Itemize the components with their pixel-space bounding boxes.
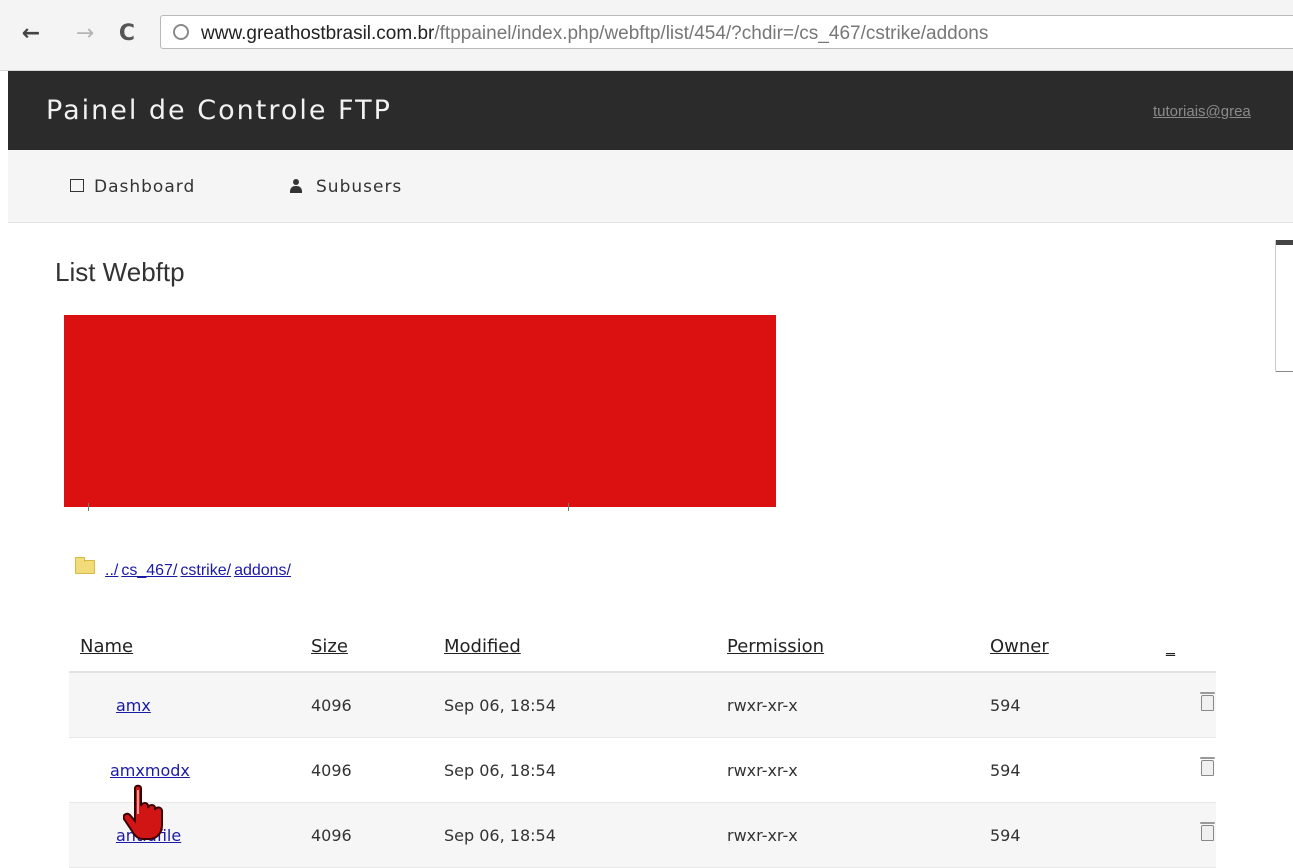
column-modified-header[interactable]: Modified [444,621,727,673]
file-owner-cell: 594 [990,737,1155,803]
file-name-cell: amxmodx [69,737,311,803]
file-modified-cell: Sep 06, 18:54 [444,802,727,868]
app-header: Painel de Controle FTP tutoriais@grea [8,71,1293,150]
table-row: amx 4096 Sep 06, 18:54 rwxr-xr-x 594 [69,672,1216,738]
file-permission-cell: rwxr-xr-x [727,802,990,868]
file-link-amxmodx[interactable]: amxmodx [110,761,190,780]
url-text[interactable]: www.greathostbrasil.com.br/ftppainel/ind… [201,23,988,45]
nav-subusers-label: Subusers [316,177,403,197]
breadcrumb-addons-link[interactable]: addons/ [234,562,291,579]
breadcrumb-parent-link[interactable]: ../ [105,562,118,579]
file-size-cell: 4096 [311,672,444,738]
file-modified-cell: Sep 06, 18:54 [444,737,727,803]
forward-arrow-icon[interactable]: → [72,20,98,48]
file-name-cell: antidfile [69,802,311,868]
trash-icon[interactable] [1200,822,1215,841]
column-permission-header[interactable]: Permission [727,621,990,673]
file-permission-cell: rwxr-xr-x [727,672,990,738]
hand-cursor-icon [123,784,163,840]
trash-icon[interactable] [1200,757,1215,776]
file-action-cell [1155,802,1216,868]
file-owner-cell: 594 [990,672,1155,738]
user-icon [290,179,302,193]
url-host: www.greathostbrasil.com.br [201,23,435,44]
file-action-cell [1155,737,1216,803]
file-name-cell: amx [69,672,311,738]
url-path: /ftppainel/index.php/webftp/list/454/?ch… [434,23,989,44]
back-arrow-icon[interactable]: ← [18,20,44,48]
file-owner-cell: 594 [990,802,1155,868]
user-email-link[interactable]: tutoriais@grea [1153,103,1251,120]
redaction-tick [88,503,89,511]
column-size-header[interactable]: Size [311,621,444,673]
table-row: antidfile 4096 Sep 06, 18:54 rwxr-xr-x 5… [69,802,1216,868]
breadcrumb-cs467-link[interactable]: cs_467/ [121,562,177,579]
nav-subusers[interactable]: Subusers [290,177,402,197]
file-table: Name Size Modified Permission Owner _ am… [69,621,1216,868]
file-action-cell [1155,672,1216,738]
column-action-header: _ [1155,621,1216,673]
table-header-row: Name Size Modified Permission Owner _ [69,621,1216,673]
breadcrumb-cstrike-link[interactable]: cstrike/ [180,562,231,579]
browser-toolbar: ← → C www.greathostbrasil.com.br/ftppain… [0,0,1293,71]
address-bar[interactable]: www.greathostbrasil.com.br/ftppainel/ind… [160,15,1293,49]
file-size-cell: 4096 [311,802,444,868]
nav-dashboard-label: Dashboard [94,177,196,197]
file-size-cell: 4096 [311,737,444,803]
file-modified-cell: Sep 06, 18:54 [444,672,727,738]
redaction-tick [568,503,569,511]
brand-title[interactable]: Painel de Controle FTP [46,95,392,126]
side-panel-edge [1275,240,1293,372]
redaction-block [64,315,776,507]
nav-dashboard[interactable]: Dashboard [70,177,195,197]
folder-icon [75,557,95,574]
file-permission-cell: rwxr-xr-x [727,737,990,803]
column-owner-header[interactable]: Owner [990,621,1155,673]
square-icon [70,179,84,192]
sub-navigation: Dashboard Subusers [8,150,1293,223]
reload-icon[interactable]: C [114,20,140,48]
table-row: amxmodx 4096 Sep 06, 18:54 rwxr-xr-x 594 [69,737,1216,803]
file-link-amx[interactable]: amx [116,696,151,715]
trash-icon[interactable] [1200,692,1215,711]
page-title: List Webftp [55,257,185,287]
column-name-header[interactable]: Name [69,621,311,673]
globe-icon [173,24,189,40]
breadcrumb: ../cs_467/cstrike/addons/ [75,557,294,580]
